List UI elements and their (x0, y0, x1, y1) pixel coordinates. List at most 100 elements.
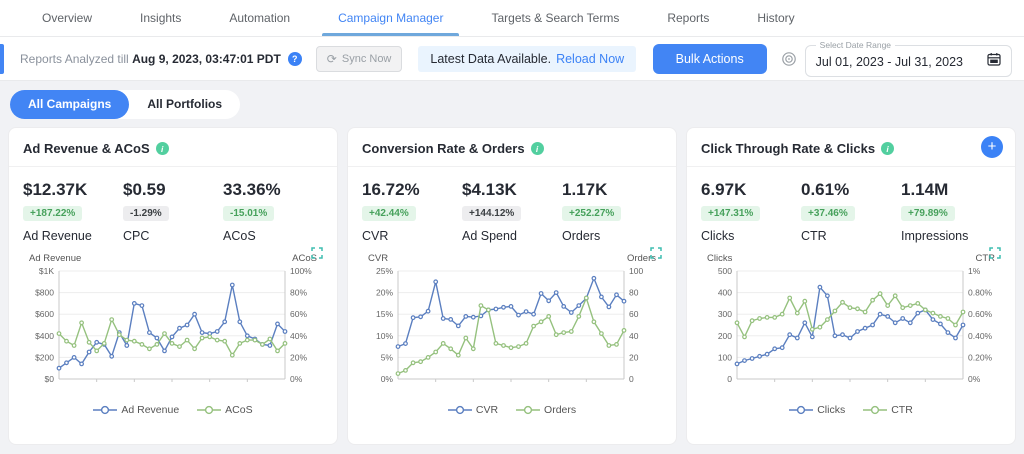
kpi-row: $12.37K +187.22% Ad Revenue $0.59 -1.29%… (23, 180, 323, 243)
spiral-icon[interactable] (781, 51, 797, 67)
svg-text:25%: 25% (376, 266, 393, 276)
card-ad-revenue-acos: Ad Revenue & ACoS i $12.37K +187.22% Ad … (8, 127, 338, 445)
svg-text:Ad Revenue: Ad Revenue (29, 253, 81, 264)
svg-text:1%: 1% (968, 266, 981, 276)
cards-row: Ad Revenue & ACoS i $12.37K +187.22% Ad … (8, 127, 1016, 445)
info-icon[interactable]: i (881, 142, 895, 155)
kpi-change-badge: +147.31% (701, 206, 761, 221)
kpi-label: Orders (562, 229, 601, 243)
svg-text:20%: 20% (376, 288, 393, 298)
svg-text:40: 40 (629, 331, 639, 341)
card-header: Click Through Rate & Clicks i (687, 139, 1015, 167)
card-ctr-clicks: + Click Through Rate & Clicks i 6.97K +1… (686, 127, 1016, 445)
chart-canvas: Ad Revenue ACoS$1K 100%$800 80%$600 60%$400 4… (29, 253, 317, 384)
legend-marker-icon (197, 405, 222, 415)
info-icon[interactable]: i (155, 142, 169, 155)
svg-text:5%: 5% (381, 352, 394, 362)
svg-text:0%: 0% (381, 374, 394, 384)
kpi-change-badge: -1.29% (123, 206, 169, 221)
pill-all-campaigns[interactable]: All Campaigns (10, 90, 130, 119)
chart-ad-revenue-acos: Ad Revenue ACoS $1K 100% $800 80% $600 60% $400 4… (23, 247, 323, 416)
card-title: Click Through Rate & Clicks (701, 141, 876, 156)
calendar-icon[interactable] (987, 52, 1001, 71)
svg-text:100%: 100% (290, 266, 312, 276)
legend-item-clicks[interactable]: Clicks (789, 404, 845, 416)
svg-text:10%: 10% (376, 331, 393, 341)
svg-text:400: 400 (718, 288, 732, 298)
chart-legend: Ad Revenue ACoS (23, 404, 323, 416)
svg-text:100: 100 (718, 352, 732, 362)
legend-item-ctr[interactable]: CTR (863, 404, 913, 416)
info-icon[interactable]: i (530, 142, 544, 155)
add-widget-button[interactable]: + (981, 136, 1003, 158)
chart-canvas: Clicks CTR500 1%400 0.80%300 0.60%200 0.40%10… (707, 253, 995, 384)
scope-switcher: All Campaigns All Portfolios (10, 90, 241, 119)
kpi-value: 0.61% (801, 180, 850, 199)
kpi-value: 6.97K (701, 180, 747, 199)
svg-text:60%: 60% (290, 309, 307, 319)
expand-icon[interactable] (311, 247, 323, 262)
svg-text:0: 0 (629, 374, 634, 384)
svg-text:$600: $600 (35, 309, 54, 319)
legend-item-orders[interactable]: Orders (516, 404, 576, 416)
expand-icon[interactable] (989, 247, 1001, 262)
tab-campaign-manager[interactable]: Campaign Manager (322, 0, 460, 36)
svg-text:0%: 0% (290, 374, 303, 384)
help-icon[interactable]: ? (287, 51, 302, 66)
svg-text:$200: $200 (35, 352, 54, 362)
legend-label: Orders (544, 404, 577, 416)
svg-text:0.20%: 0.20% (968, 352, 993, 362)
latest-data-text: Latest Data Available. (430, 51, 552, 66)
kpi-ctr: 0.61% +37.46% CTR (801, 180, 901, 243)
svg-text:0%: 0% (968, 374, 981, 384)
chart-cvr-orders: CVR Orders 25% 100 20% 80 15% 60 10% 40 5% 20 0% 0 CV… (362, 247, 662, 416)
legend-label: CTR (891, 404, 913, 416)
kpi-label: Impressions (901, 229, 969, 243)
tab-targets-search-terms[interactable]: Targets & Search Terms (475, 0, 635, 36)
pill-all-portfolios[interactable]: All Portfolios (129, 90, 240, 119)
date-range-value: Jul 01, 2023 - Jul 31, 2023 (815, 54, 963, 69)
tab-history[interactable]: History (741, 0, 810, 36)
tab-automation[interactable]: Automation (213, 0, 306, 36)
chart-clicks-ctr: Clicks CTR 500 1% 400 0.80% 300 0.60% 200 0.40% 10… (701, 247, 1001, 416)
reload-now-link[interactable]: Reload Now (556, 52, 624, 66)
legend-item-cvr[interactable]: CVR (447, 404, 498, 416)
kpi-ad-revenue: $12.37K +187.22% Ad Revenue (23, 180, 123, 243)
svg-text:Clicks: Clicks (707, 253, 733, 264)
card-title: Conversion Rate & Orders (362, 141, 525, 156)
legend-item-acos[interactable]: ACoS (197, 404, 253, 416)
expand-icon[interactable] (650, 247, 662, 262)
kpi-value: $12.37K (23, 180, 88, 199)
date-range-field[interactable]: Select Date Range Jul 01, 2023 - Jul 31,… (804, 40, 1012, 77)
kpi-label: CTR (801, 229, 827, 243)
svg-text:$0: $0 (45, 374, 55, 384)
reports-analyzed-date: Aug 9, 2023, 03:47:01 PDT (132, 51, 281, 66)
chart-legend: CVR Orders (362, 404, 662, 416)
svg-text:$1K: $1K (39, 266, 54, 276)
kpi-change-badge: +144.12% (462, 206, 522, 221)
svg-text:$800: $800 (35, 288, 54, 298)
kpi-change-badge: +187.22% (23, 206, 83, 221)
kpi-cvr: 16.72% +42.44% CVR (362, 180, 462, 243)
svg-text:500: 500 (718, 266, 732, 276)
legend-item-ad-revenue[interactable]: Ad Revenue (93, 404, 179, 416)
svg-text:100: 100 (629, 266, 643, 276)
kpi-cpc: $0.59 -1.29% CPC (123, 180, 223, 243)
svg-text:40%: 40% (290, 331, 307, 341)
card-header: Ad Revenue & ACoS i (9, 139, 337, 167)
legend-label: Ad Revenue (121, 404, 180, 416)
legend-marker-icon (447, 405, 472, 415)
tab-reports[interactable]: Reports (651, 0, 725, 36)
accent-bar (0, 43, 4, 74)
kpi-row: 16.72% +42.44% CVR $4.13K +144.12% Ad Sp… (362, 180, 662, 243)
svg-text:0.80%: 0.80% (968, 288, 993, 298)
kpi-acos: 33.36% -15.01% ACoS (223, 180, 323, 243)
card-header: Conversion Rate & Orders i (348, 139, 676, 167)
sync-now-button[interactable]: ⟳ Sync Now (315, 45, 403, 72)
kpi-value: 33.36% (223, 180, 281, 199)
sync-now-label: Sync Now (341, 52, 392, 65)
kpi-change-badge: +42.44% (362, 206, 416, 221)
tab-insights[interactable]: Insights (124, 0, 197, 36)
bulk-actions-button[interactable]: Bulk Actions (652, 43, 767, 74)
tab-overview[interactable]: Overview (26, 0, 108, 36)
